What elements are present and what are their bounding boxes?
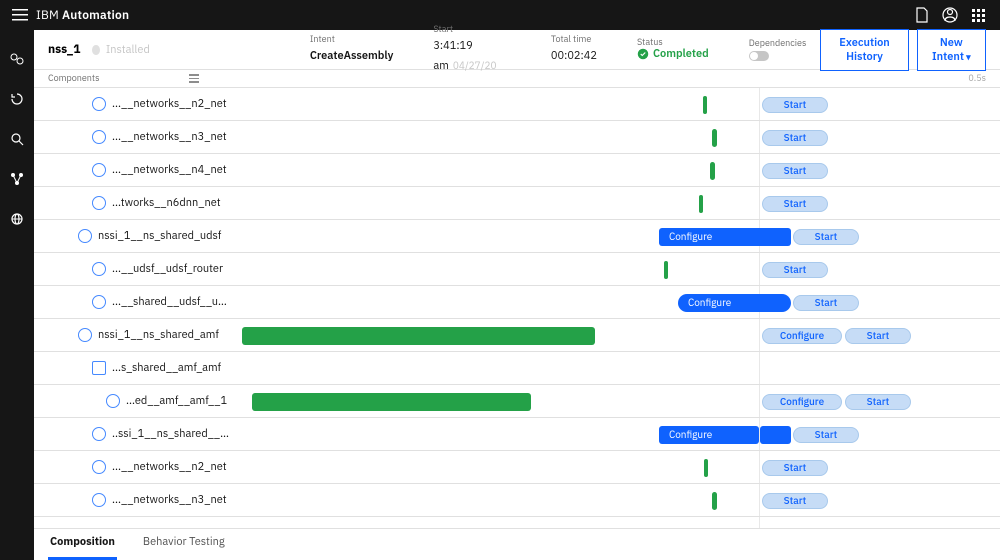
scale-label: 0.5s bbox=[968, 73, 986, 84]
new-intent-button[interactable]: New Intent bbox=[917, 29, 986, 71]
component-icon bbox=[78, 229, 92, 243]
document-icon[interactable] bbox=[908, 1, 936, 29]
list-item[interactable]: ...__networks__n3_net Start bbox=[34, 484, 1000, 517]
gear-icon[interactable] bbox=[8, 50, 26, 68]
start-button[interactable]: Start bbox=[762, 196, 828, 212]
list-item[interactable]: ...ed__amf__amf__1 Configure Start bbox=[34, 385, 1000, 418]
list-options-icon[interactable] bbox=[189, 74, 199, 83]
list-item[interactable]: nssi_1__ns_shared_amf Configure Start bbox=[34, 319, 1000, 352]
configure-button[interactable]: Configure bbox=[762, 328, 842, 344]
configure-bar: Configure bbox=[678, 294, 791, 312]
start-button[interactable]: Start bbox=[793, 295, 859, 311]
component-rows: ...__networks__n2_net Start ...__network… bbox=[34, 88, 1000, 528]
list-item[interactable]: ...__networks__n2_net Start bbox=[34, 88, 1000, 121]
list-item[interactable]: ...__networks__n2_net Start bbox=[34, 451, 1000, 484]
component-icon bbox=[92, 295, 106, 309]
list-item[interactable]: ...__networks__n4_net Start bbox=[34, 154, 1000, 187]
start-button[interactable]: Start bbox=[762, 130, 828, 146]
list-item[interactable]: ...__udsf__udsf_router Start bbox=[34, 253, 1000, 286]
execution-history-button[interactable]: Execution History bbox=[820, 29, 908, 71]
component-icon bbox=[92, 196, 106, 210]
start-button[interactable]: Start bbox=[793, 427, 859, 443]
component-icon bbox=[92, 130, 106, 144]
start-button[interactable]: Start bbox=[762, 460, 828, 476]
list-item[interactable]: nssi_1__ns_shared_udsf Configure Start bbox=[34, 220, 1000, 253]
status-dot bbox=[92, 45, 99, 55]
list-item[interactable]: ...__shared__udsf__udsf Configure Start bbox=[34, 286, 1000, 319]
configure-bar: Configure bbox=[659, 426, 759, 444]
configure-button[interactable]: Configure bbox=[762, 394, 842, 410]
component-icon bbox=[92, 163, 106, 177]
start-button[interactable]: Start bbox=[762, 97, 828, 113]
subheader: Components 0.5s bbox=[34, 70, 1000, 88]
intent-value: CreateAssembly bbox=[310, 49, 394, 63]
configure-bar: Configure bbox=[659, 228, 791, 246]
instance-name: nss_1 bbox=[48, 42, 80, 57]
start-button[interactable]: Start bbox=[793, 229, 859, 245]
components-label: Components bbox=[48, 73, 99, 84]
header: nss_1 Installed Intent CreateAssembly St… bbox=[34, 30, 1000, 70]
component-icon bbox=[92, 460, 106, 474]
list-item[interactable]: ...__networks__n3_net Start bbox=[34, 121, 1000, 154]
component-icon bbox=[92, 493, 106, 507]
start-button[interactable]: Start bbox=[762, 163, 828, 179]
bottom-tabs: Composition Behavior Testing bbox=[34, 528, 1000, 560]
component-icon bbox=[92, 97, 106, 111]
list-item[interactable]: ...tworks__n6dnn_net Start bbox=[34, 187, 1000, 220]
nodes-icon[interactable] bbox=[8, 170, 26, 188]
component-icon bbox=[92, 361, 106, 375]
start-button[interactable]: Start bbox=[762, 493, 828, 509]
history-icon[interactable] bbox=[8, 90, 26, 108]
component-icon bbox=[92, 262, 106, 276]
component-icon bbox=[92, 427, 106, 441]
installed-label: Installed bbox=[106, 43, 150, 57]
tab-behavior-testing[interactable]: Behavior Testing bbox=[141, 527, 227, 560]
start-button[interactable]: Start bbox=[845, 394, 911, 410]
dependencies-toggle[interactable] bbox=[749, 51, 769, 61]
start-button[interactable]: Start bbox=[845, 328, 911, 344]
globe-icon[interactable] bbox=[8, 210, 26, 228]
total-time: 00:02:42 bbox=[551, 49, 597, 63]
list-item[interactable]: ...s_shared__amf_amf bbox=[34, 352, 1000, 385]
component-icon bbox=[78, 328, 92, 342]
user-icon[interactable] bbox=[936, 1, 964, 29]
start-button[interactable]: Start bbox=[762, 262, 828, 278]
component-icon bbox=[106, 394, 120, 408]
left-nav bbox=[0, 30, 34, 560]
tab-composition[interactable]: Composition bbox=[48, 527, 117, 560]
menu-icon[interactable] bbox=[8, 3, 32, 27]
search-icon[interactable] bbox=[8, 130, 26, 148]
status-badge: Completed bbox=[637, 47, 709, 61]
apps-icon[interactable] bbox=[964, 1, 992, 29]
list-item[interactable]: ..ssi_1__ns_shared__ksync Configure Star… bbox=[34, 418, 1000, 451]
brand: IBM Automation bbox=[36, 8, 129, 23]
